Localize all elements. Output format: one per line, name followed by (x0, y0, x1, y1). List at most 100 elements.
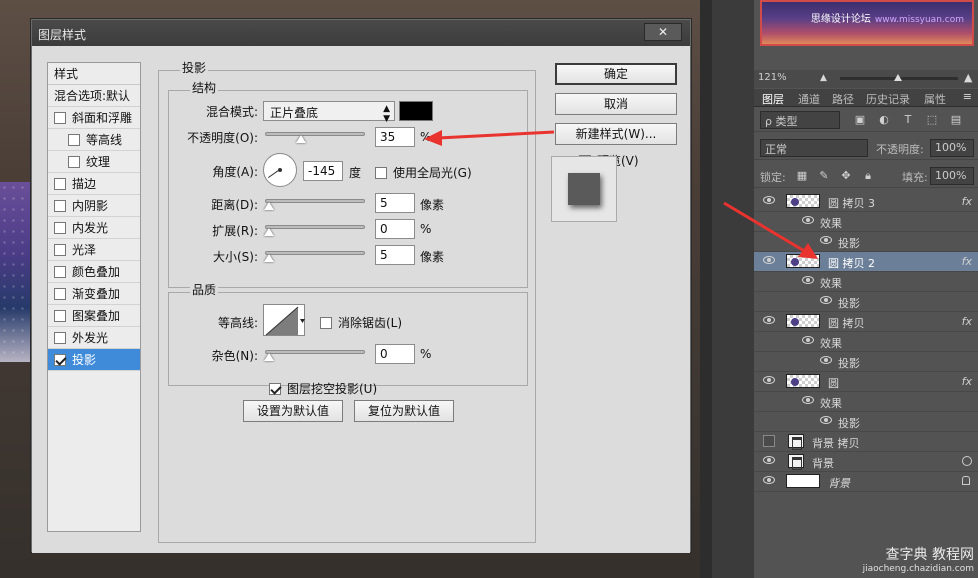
effect-row[interactable]: 投影 (754, 412, 978, 432)
style-list-item[interactable]: 斜面和浮雕 (48, 107, 140, 129)
style-checkbox[interactable] (54, 222, 66, 234)
lock-all-icon[interactable]: 🔒︎ (862, 170, 874, 182)
layer-row[interactable]: 背景 拷贝 (754, 432, 978, 452)
effect-row[interactable]: 效果 (754, 392, 978, 412)
style-checkbox[interactable] (54, 310, 66, 322)
layer-row[interactable]: 圆 fx (754, 372, 978, 392)
distance-slider-knob[interactable] (264, 202, 274, 210)
distance-slider[interactable] (264, 199, 365, 210)
style-list-item[interactable]: 投影 (48, 349, 140, 371)
global-light-option[interactable]: 使用全局光(G) (375, 164, 472, 181)
style-list-item[interactable]: 渐变叠加 (48, 283, 140, 305)
lock-paint-icon[interactable]: ✎ (818, 170, 830, 182)
lock-move-icon[interactable]: ✥ (840, 170, 852, 182)
blend-mode-select[interactable]: 正片叠底 ▲ ▼ (263, 101, 395, 124)
visibility-eye-icon[interactable] (763, 456, 775, 464)
layer-row[interactable]: 背景 (754, 472, 978, 492)
effect-row[interactable]: 投影 (754, 352, 978, 372)
panel-divider[interactable] (700, 0, 712, 578)
visibility-eye-icon[interactable] (802, 216, 814, 224)
style-list-item[interactable]: 光泽 (48, 239, 140, 261)
global-light-checkbox[interactable] (375, 167, 387, 179)
effect-row[interactable]: 投影 (754, 232, 978, 252)
visibility-eye-icon[interactable] (802, 336, 814, 344)
type-filter-icon[interactable]: T (902, 114, 914, 126)
effect-row[interactable]: 效果 (754, 332, 978, 352)
style-list-item[interactable]: 颜色叠加 (48, 261, 140, 283)
fx-icon[interactable]: fx (962, 195, 972, 208)
shape-filter-icon[interactable]: ⬚ (926, 114, 938, 126)
ok-button[interactable]: 确定 (555, 63, 677, 85)
knockout-option[interactable]: 图层挖空投影(U) (269, 380, 377, 397)
contour-picker[interactable] (263, 304, 305, 336)
visibility-eye-icon[interactable] (802, 276, 814, 284)
antialias-option[interactable]: 消除锯齿(L) (320, 314, 402, 331)
effect-row[interactable]: 投影 (754, 292, 978, 312)
noise-slider[interactable] (264, 350, 365, 361)
panel-menu-icon[interactable]: ≡ (963, 90, 972, 103)
style-list-item[interactable]: 图案叠加 (48, 305, 140, 327)
tab-channels[interactable]: 通道 (798, 91, 820, 107)
tab-layers[interactable]: 图层 (758, 89, 788, 110)
spread-input[interactable]: 0 (375, 219, 415, 239)
close-button[interactable]: ✕ (644, 23, 682, 41)
adjustment-filter-icon[interactable]: ◐ (878, 114, 890, 126)
style-list-item[interactable]: 混合选项:默认 (48, 85, 140, 107)
new-style-button[interactable]: 新建样式(W)... (555, 123, 677, 145)
zoom-in-icon[interactable]: ▲ (964, 71, 972, 84)
fx-icon[interactable]: fx (962, 315, 972, 328)
style-list-item[interactable]: 描边 (48, 173, 140, 195)
spread-slider-knob[interactable] (264, 228, 274, 236)
visibility-eye-icon[interactable] (763, 376, 775, 384)
style-checkbox[interactable] (54, 178, 66, 190)
opacity-input[interactable]: 35 (375, 127, 415, 147)
lock-transparent-icon[interactable]: ▦ (796, 170, 808, 182)
style-checkbox[interactable] (68, 156, 80, 168)
fx-icon[interactable]: fx (962, 375, 972, 388)
style-checkbox[interactable] (54, 200, 66, 212)
size-slider-knob[interactable] (264, 254, 274, 262)
visibility-eye-icon[interactable] (802, 396, 814, 404)
layer-row[interactable]: 圆 拷贝 3 fx (754, 192, 978, 212)
layer-row[interactable]: 圆 拷贝 fx (754, 312, 978, 332)
layer-row[interactable]: 圆 拷贝 2 fx (754, 252, 978, 272)
size-input[interactable]: 5 (375, 245, 415, 265)
layer-opacity-input[interactable]: 100% (930, 139, 974, 157)
visibility-eye-icon[interactable] (763, 196, 775, 204)
effect-row[interactable]: 效果 (754, 212, 978, 232)
distance-input[interactable]: 5 (375, 193, 415, 213)
visibility-eye-icon[interactable] (820, 416, 832, 424)
filter-type-select[interactable]: ρ 类型 (760, 111, 840, 129)
style-checkbox[interactable] (54, 354, 66, 366)
zoom-value[interactable]: 121% (758, 72, 787, 83)
layer-row[interactable]: 背景 (754, 452, 978, 472)
visibility-eye-icon[interactable] (820, 296, 832, 304)
noise-input[interactable]: 0 (375, 344, 415, 364)
style-checkbox[interactable] (68, 134, 80, 146)
style-list-item[interactable]: 纹理 (48, 151, 140, 173)
style-list-header[interactable]: 样式 (48, 63, 140, 85)
fx-icon[interactable]: fx (962, 255, 972, 268)
visibility-eye-icon[interactable] (820, 236, 832, 244)
zoom-out-icon[interactable]: ▲ (820, 73, 827, 83)
noise-slider-knob[interactable] (264, 353, 274, 361)
visibility-toggle[interactable] (763, 435, 775, 447)
size-slider[interactable] (264, 251, 365, 262)
make-default-button[interactable]: 设置为默认值 (243, 400, 343, 422)
tab-properties[interactable]: 属性 (924, 91, 946, 107)
style-list-item[interactable]: 等高线 (48, 129, 140, 151)
cancel-button[interactable]: 取消 (555, 93, 677, 115)
spread-slider[interactable] (264, 225, 365, 236)
visibility-eye-icon[interactable] (820, 356, 832, 364)
angle-input[interactable]: -145 (303, 161, 343, 181)
style-checkbox[interactable] (54, 266, 66, 278)
opacity-slider-knob[interactable] (296, 135, 306, 143)
shadow-color-swatch[interactable] (399, 101, 433, 121)
effect-row[interactable]: 效果 (754, 272, 978, 292)
angle-dial[interactable] (263, 153, 297, 187)
style-list-item[interactable]: 外发光 (48, 327, 140, 349)
style-checkbox[interactable] (54, 112, 66, 124)
style-list-item[interactable]: 内发光 (48, 217, 140, 239)
style-checkbox[interactable] (54, 288, 66, 300)
fill-input[interactable]: 100% (930, 167, 974, 185)
